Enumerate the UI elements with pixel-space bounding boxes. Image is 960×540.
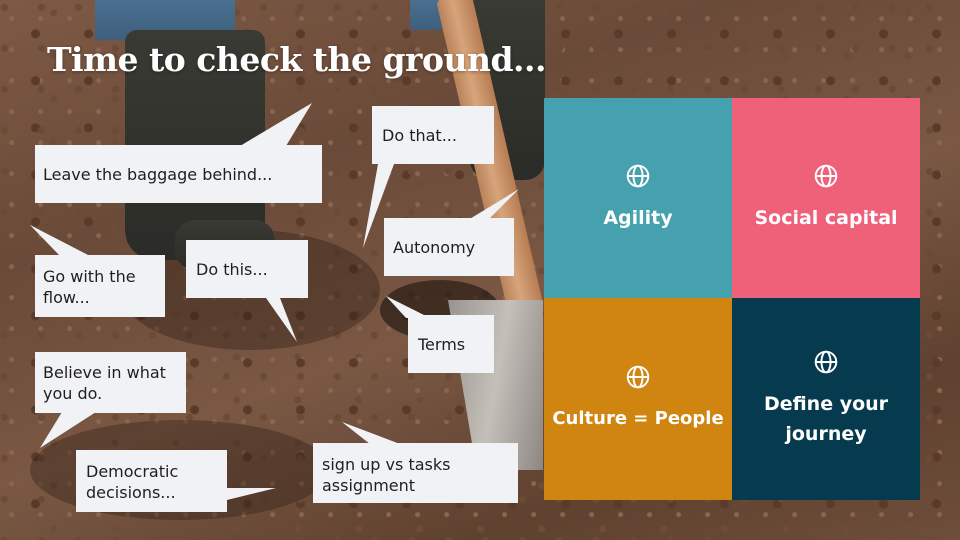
- bubble-text: Democratic decisions...: [86, 462, 179, 502]
- globe-icon: [814, 164, 838, 188]
- cell-label: Culture = People: [552, 408, 724, 429]
- bubble-go-with-flow: Go with the flow...: [35, 255, 165, 317]
- bubble-do-this: Do this...: [186, 240, 308, 298]
- bubble-tail: [240, 103, 312, 146]
- bubble-text: Believe in what you do.: [43, 363, 166, 403]
- slide: Time to check the ground... Leave the ba…: [0, 0, 960, 540]
- bubble-tail: [40, 412, 96, 448]
- bubble-leave-baggage: Leave the baggage behind...: [35, 145, 322, 203]
- cell-define-journey: Define your journey: [732, 298, 920, 500]
- bubble-terms: Terms: [408, 315, 494, 373]
- bubble-text: Leave the baggage behind...: [43, 165, 273, 184]
- bubble-believe: Believe in what you do.: [35, 352, 186, 413]
- cell-label: Define your journey: [763, 393, 889, 445]
- bubble-text: Autonomy: [393, 238, 476, 257]
- bubble-text: sign up vs tasks assignment: [322, 455, 451, 495]
- bubble-democratic: Democratic decisions...: [76, 450, 227, 512]
- bubble-text: Terms: [418, 335, 466, 354]
- bubble-text: Go with the flow...: [43, 267, 136, 307]
- bubble-signup: sign up vs tasks assignment: [313, 443, 518, 503]
- bubble-text: Do that...: [382, 126, 457, 145]
- globe-icon: [814, 350, 838, 374]
- bubble-autonomy: Autonomy: [384, 218, 514, 276]
- globe-icon: [626, 365, 650, 389]
- bubble-text: Do this...: [196, 260, 268, 279]
- bubble-tail: [266, 298, 297, 342]
- cell-label: Agility: [603, 207, 673, 229]
- bubble-tail: [468, 189, 519, 220]
- cell-social-capital: Social capital: [732, 98, 920, 298]
- bubble-tail: [342, 422, 400, 444]
- cell-label: Social capital: [754, 207, 898, 229]
- cell-agility: Agility: [544, 98, 732, 298]
- bubble-do-that: Do that...: [372, 106, 494, 164]
- bubble-tail: [30, 225, 90, 256]
- globe-icon: [626, 164, 650, 188]
- bubble-tail: [227, 488, 276, 500]
- cell-culture-people: Culture = People: [544, 298, 732, 500]
